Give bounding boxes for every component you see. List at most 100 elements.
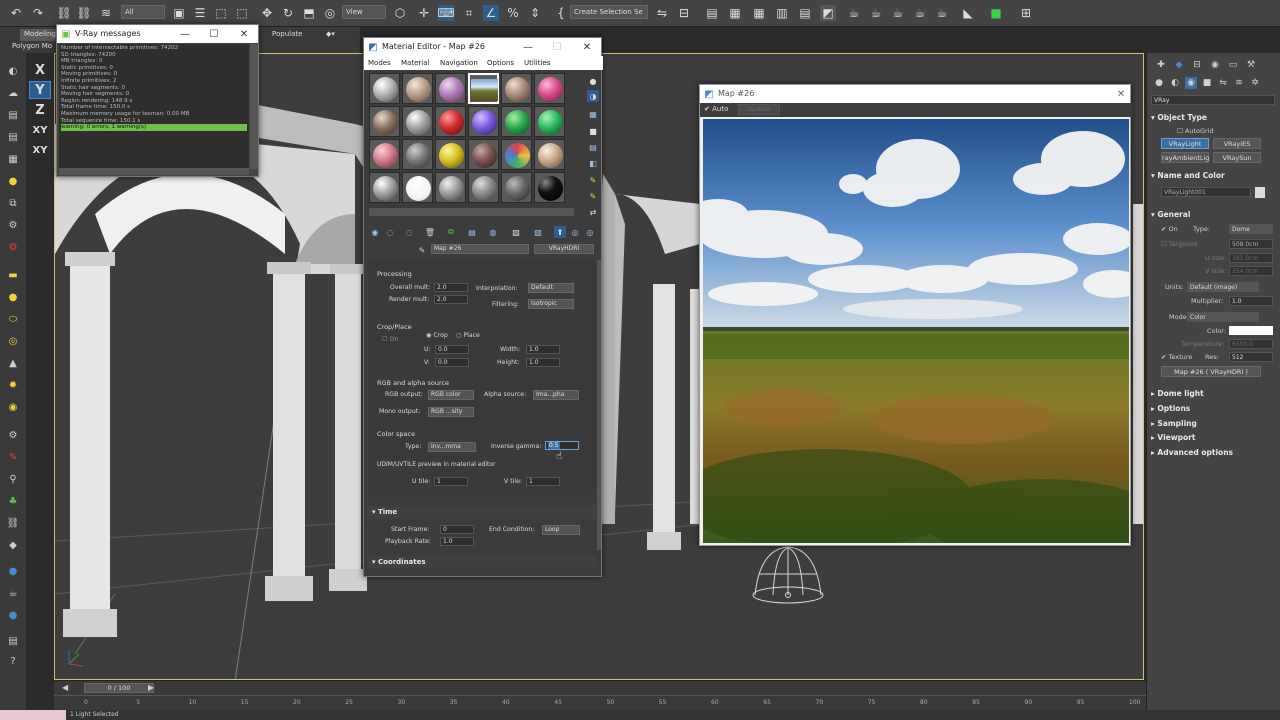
menu-navigation[interactable]: Navigation <box>440 59 478 67</box>
systems-icon[interactable]: ✲ <box>1249 77 1261 89</box>
rotate-icon[interactable]: ↻ <box>280 5 296 21</box>
crop-v-spinner[interactable]: 0.0 <box>435 358 469 367</box>
reference-coordinate-dropdown[interactable]: View <box>342 5 386 19</box>
undo-icon[interactable]: ↶ <box>8 5 24 21</box>
shapes-icon[interactable]: ◐ <box>1169 77 1181 89</box>
map-type-button[interactable]: VRayHDRI <box>534 244 594 254</box>
menu-options[interactable]: Options <box>487 59 514 67</box>
camera-icon[interactable]: ⧉ <box>5 195 21 211</box>
vrayies-button[interactable]: VRayIES <box>1213 138 1261 149</box>
motion-tab-icon[interactable]: ◉ <box>1209 59 1221 71</box>
sample-slot[interactable] <box>468 172 499 203</box>
cone-icon[interactable]: ▲ <box>5 355 21 371</box>
document-icon[interactable]: ▤ <box>5 633 21 649</box>
settings-icon[interactable]: ⚙ <box>5 427 21 443</box>
toggle-ribbon-icon[interactable]: ▦ <box>751 5 767 21</box>
make-preview-icon[interactable]: ◧ <box>587 157 599 169</box>
viewport-rollout[interactable]: ▸ Viewport <box>1151 433 1277 442</box>
render-production-icon[interactable]: ☕ <box>890 5 906 21</box>
curve-editor-icon[interactable]: ▥ <box>774 5 790 21</box>
backlight-icon[interactable]: ◑ <box>587 90 599 102</box>
name-color-header[interactable]: ▾ Name and Color <box>1151 171 1277 180</box>
end-condition-dropdown[interactable]: Loop <box>542 525 580 535</box>
map-window-title[interactable]: Map #26 <box>700 85 1130 103</box>
update-button[interactable]: Update <box>738 104 780 115</box>
sample-slot[interactable] <box>501 106 532 137</box>
close-icon[interactable]: ✕ <box>237 27 251 41</box>
lights-icon[interactable]: ◉ <box>1185 77 1197 89</box>
sample-slot[interactable] <box>468 139 499 170</box>
motion-icon[interactable]: ▤ <box>5 129 21 145</box>
make-unique-icon[interactable]: ⧉ <box>445 226 457 238</box>
color-space-type-dropdown[interactable]: Inv...mma <box>428 442 476 452</box>
interpolation-dropdown[interactable]: Default <box>528 283 574 293</box>
align-icon[interactable]: ⊟ <box>676 5 692 21</box>
vray-toolbar-icon[interactable]: ⊞ <box>1018 5 1034 21</box>
light-type-select[interactable]: Dome <box>1229 224 1273 234</box>
map-name-field[interactable]: Map #26 <box>431 244 529 254</box>
hierarchy-icon[interactable]: ▤ <box>5 107 21 123</box>
torus-icon[interactable]: ◎ <box>5 333 21 349</box>
get-material-icon[interactable]: ◉ <box>369 226 381 238</box>
crop-height-spinner[interactable]: 1.0 <box>526 358 560 367</box>
maximize-icon[interactable]: ☐ <box>207 27 221 41</box>
cylinder-icon[interactable]: ⬭ <box>5 311 21 327</box>
plant-icon[interactable]: ♣ <box>5 493 21 509</box>
texture-map-button[interactable]: Map #26 ( VRayHDRI ) <box>1161 366 1261 377</box>
place-icon[interactable]: ◎ <box>322 5 338 21</box>
sample-slot[interactable] <box>435 139 466 170</box>
maximize-icon[interactable]: ☐ <box>550 40 564 54</box>
slider-left-arrow-icon[interactable]: ◀ <box>62 683 68 692</box>
vray-render-icon[interactable]: ■ <box>988 5 1004 21</box>
menu-modes[interactable]: Modes <box>368 59 391 67</box>
vraylight-button[interactable]: VRayLight <box>1161 138 1209 149</box>
move-icon[interactable]: ✥ <box>259 5 275 21</box>
mirror-icon[interactable]: ⇋ <box>654 5 670 21</box>
modify-tab-icon[interactable]: ◆ <box>1173 59 1185 71</box>
time-rollout-header[interactable]: ▾ Time <box>368 506 596 519</box>
teapot-icon[interactable]: ☕ <box>5 585 21 601</box>
options-icon[interactable]: ✎ <box>587 174 599 186</box>
background-icon[interactable]: ▦ <box>587 108 599 120</box>
schematic-view-icon[interactable]: ▤ <box>797 5 813 21</box>
object-name-field[interactable]: VRayLight001 <box>1161 187 1251 197</box>
sample-slot-active[interactable] <box>468 73 499 104</box>
time-slider[interactable]: 0 / 100 <box>84 683 154 693</box>
create-selection-set-dropdown[interactable]: Create Selection Se <box>570 5 648 19</box>
show-shaded-icon[interactable]: ▧ <box>510 226 522 238</box>
sample-slot[interactable] <box>534 172 565 203</box>
axis-plane-button[interactable]: XY <box>29 141 51 159</box>
light-on-checkbox[interactable]: ✔ On <box>1161 225 1178 233</box>
axis-xy-button[interactable]: XY <box>29 121 51 139</box>
eyedropper-icon[interactable]: ✎ <box>416 244 428 256</box>
sample-slot[interactable] <box>402 172 433 203</box>
alpha-source-dropdown[interactable]: Ima...pha <box>533 390 579 400</box>
inverse-gamma-spinner[interactable]: 0.5 <box>545 441 579 450</box>
sample-slot[interactable] <box>435 106 466 137</box>
reset-map-icon[interactable]: 🗑 <box>424 226 436 238</box>
sample-slot[interactable] <box>534 106 565 137</box>
window-crossing-icon[interactable]: ⬚ <box>234 5 250 21</box>
ribbon-options-icon[interactable]: ◆▾ <box>322 29 339 41</box>
sample-slot[interactable] <box>369 139 400 170</box>
sampling-rollout[interactable]: ▸ Sampling <box>1151 419 1277 428</box>
selection-filter-dropdown[interactable]: All <box>121 5 165 19</box>
sample-slot[interactable] <box>402 139 433 170</box>
sample-slot[interactable] <box>468 106 499 137</box>
filtering-dropdown[interactable]: Isotropic <box>528 299 574 309</box>
assign-to-selection-icon[interactable]: ◌ <box>403 226 415 238</box>
light-color-swatch[interactable] <box>1229 326 1273 335</box>
render-iterative-icon[interactable]: ☕ <box>912 5 928 21</box>
link-icon[interactable]: ⛓ <box>56 5 72 21</box>
sample-type-icon[interactable]: ● <box>587 75 599 87</box>
go-forward-sibling-icon[interactable]: ◎ <box>569 226 581 238</box>
cameras-icon[interactable]: ■ <box>1201 77 1213 89</box>
mono-output-dropdown[interactable]: RGB ...sity <box>428 407 474 417</box>
spinner-snap-icon[interactable]: ⇕ <box>527 5 543 21</box>
geometry-icon[interactable]: ● <box>1153 77 1165 89</box>
sample-slot[interactable] <box>501 172 532 203</box>
rect-selection-icon[interactable]: ⬚ <box>213 5 229 21</box>
pick-material-icon[interactable]: ◎ <box>584 226 596 238</box>
sample-slot[interactable] <box>369 73 400 104</box>
axis-y-button[interactable]: Y <box>29 81 51 99</box>
